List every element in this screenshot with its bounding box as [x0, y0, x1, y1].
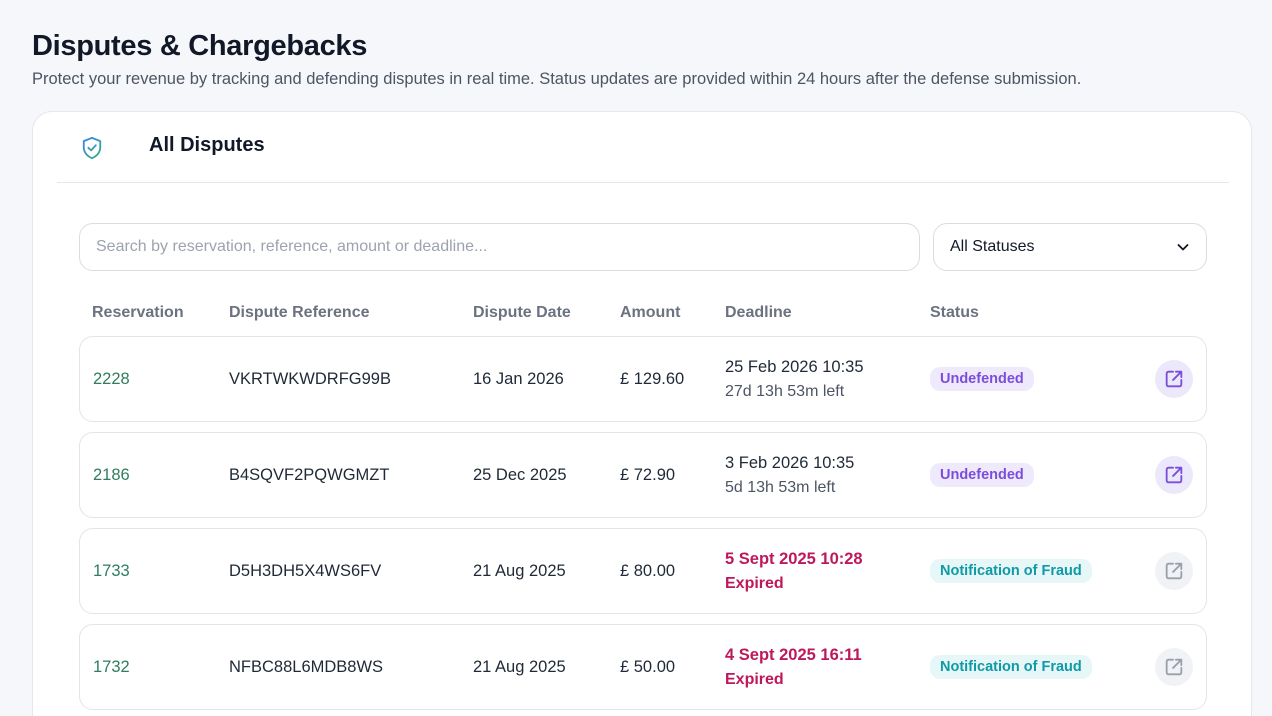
table-header: Reservation Dispute Reference Dispute Da…	[79, 304, 1207, 328]
column-header-deadline[interactable]: Deadline	[725, 304, 792, 322]
chevron-down-icon	[1177, 244, 1189, 251]
dispute-amount: £ 80.00	[620, 561, 676, 580]
status-badge: Undefended	[930, 463, 1034, 487]
column-header-status[interactable]: Status	[930, 304, 979, 322]
status-badge: Notification of Fraud	[930, 655, 1092, 679]
open-dispute-button[interactable]	[1155, 648, 1193, 686]
open-dispute-button[interactable]	[1155, 552, 1193, 590]
shield-check-icon	[82, 137, 102, 159]
reservation-link[interactable]: 2228	[93, 370, 130, 389]
deadline-date: 3 Feb 2026 10:35	[725, 453, 855, 472]
reservation-link[interactable]: 1733	[93, 562, 130, 581]
dispute-amount: £ 50.00	[620, 657, 676, 676]
open-dispute-button[interactable]	[1155, 456, 1193, 494]
status-filter-value: All Statuses	[950, 238, 1035, 255]
deadline-cell: 25 Feb 2026 10:35 27d 13h 53m left	[725, 337, 864, 421]
deadline-remaining: 27d 13h 53m left	[725, 382, 845, 400]
table-row[interactable]: 2228 VKRTWKWDRFG99B 16 Jan 2026 £ 129.60…	[79, 336, 1207, 422]
card-header: All Disputes	[57, 112, 1229, 183]
dispute-reference: D5H3DH5X4WS6FV	[229, 561, 382, 580]
table-row[interactable]: 1732 NFBC88L6MDB8WS 21 Aug 2025 £ 50.00 …	[79, 624, 1207, 710]
deadline-cell: 4 Sept 2025 16:11 Expired	[725, 625, 862, 709]
card-title: All Disputes	[149, 134, 265, 156]
column-header-date[interactable]: Dispute Date	[473, 304, 571, 322]
search-input[interactable]	[79, 223, 920, 271]
external-link-icon	[1165, 562, 1183, 580]
dispute-date: 21 Aug 2025	[473, 657, 566, 676]
page-title: Disputes & Chargebacks	[32, 30, 368, 62]
deadline-cell: 5 Sept 2025 10:28 Expired	[725, 529, 863, 613]
dispute-reference: NFBC88L6MDB8WS	[229, 657, 384, 676]
dispute-date: 25 Dec 2025	[473, 465, 567, 484]
deadline-expired-label: Expired	[725, 670, 784, 688]
column-header-reservation[interactable]: Reservation	[92, 304, 184, 322]
table-row[interactable]: 2186 B4SQVF2PQWGMZT 25 Dec 2025 £ 72.90 …	[79, 432, 1207, 518]
dispute-amount: £ 129.60	[620, 369, 685, 388]
status-filter-select[interactable]: All Statuses	[933, 223, 1207, 271]
dispute-reference: B4SQVF2PQWGMZT	[229, 465, 390, 484]
open-dispute-button[interactable]	[1155, 360, 1193, 398]
reservation-link[interactable]: 1732	[93, 658, 130, 677]
deadline-date: 5 Sept 2025 10:28	[725, 549, 863, 568]
deadline-expired-label: Expired	[725, 574, 784, 592]
deadline-remaining: 5d 13h 53m left	[725, 478, 836, 496]
status-badge: Undefended	[930, 367, 1034, 391]
column-header-amount[interactable]: Amount	[620, 304, 680, 322]
disputes-card: All Disputes All Statuses Reservation Di…	[32, 111, 1252, 716]
dispute-amount: £ 72.90	[620, 465, 676, 484]
dispute-date: 16 Jan 2026	[473, 369, 564, 388]
external-link-icon	[1165, 658, 1183, 676]
page-subtitle: Protect your revenue by tracking and def…	[32, 70, 1082, 88]
deadline-cell: 3 Feb 2026 10:35 5d 13h 53m left	[725, 433, 854, 517]
status-badge: Notification of Fraud	[930, 559, 1092, 583]
page: Disputes & Chargebacks Protect your reve…	[0, 0, 1272, 716]
external-link-icon	[1165, 370, 1183, 388]
dispute-reference: VKRTWKWDRFG99B	[229, 369, 391, 388]
column-header-reference[interactable]: Dispute Reference	[229, 304, 370, 322]
deadline-date: 4 Sept 2025 16:11	[725, 645, 862, 664]
deadline-date: 25 Feb 2026 10:35	[725, 357, 864, 376]
external-link-icon	[1165, 466, 1183, 484]
table-row[interactable]: 1733 D5H3DH5X4WS6FV 21 Aug 2025 £ 80.00 …	[79, 528, 1207, 614]
dispute-date: 21 Aug 2025	[473, 561, 566, 580]
reservation-link[interactable]: 2186	[93, 466, 130, 485]
